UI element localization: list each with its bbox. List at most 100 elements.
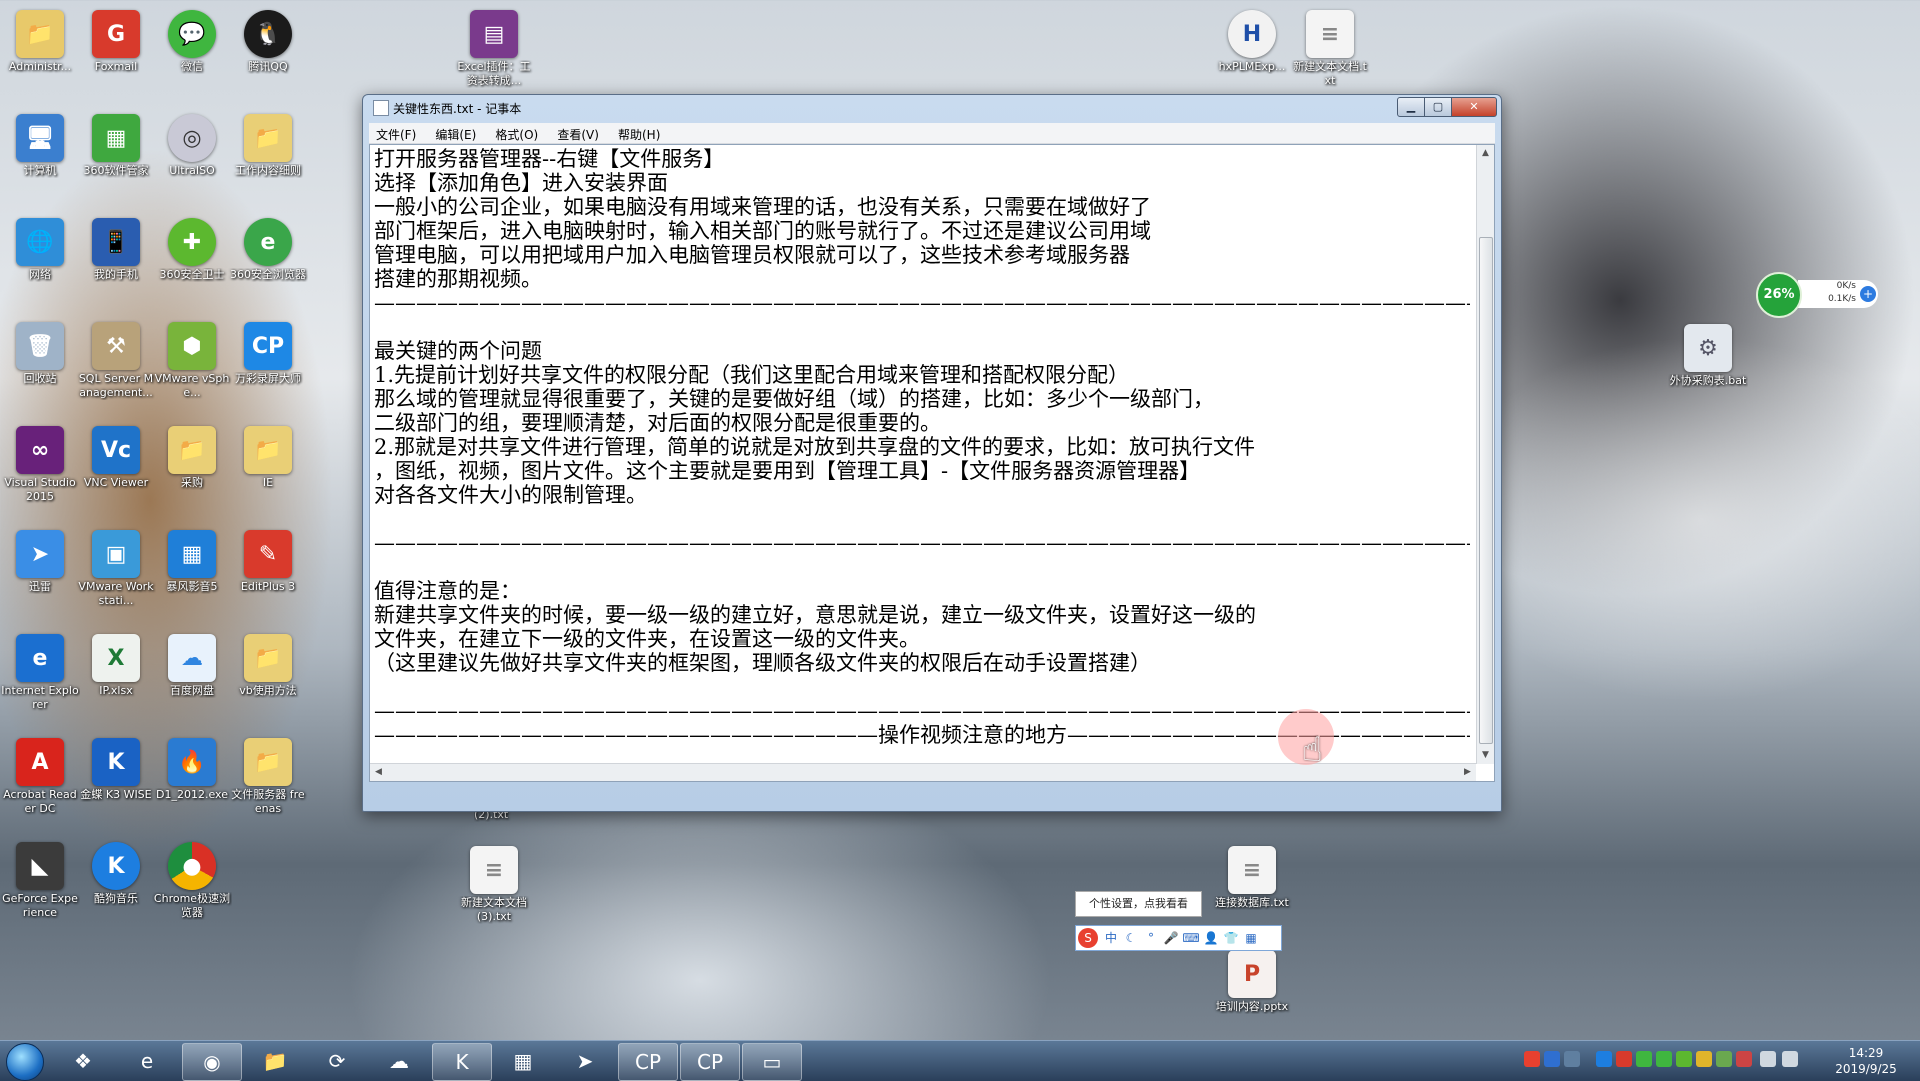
- scroll-down-arrow-icon[interactable]: ▼: [1477, 747, 1494, 764]
- desktop-icon-work-folder[interactable]: 📁 工作内容细则: [228, 108, 308, 208]
- desktop-icon-qq[interactable]: 🐧 腾讯QQ: [228, 4, 308, 104]
- desktop-icon-geforce[interactable]: ◣ GeForce Experience: [0, 836, 80, 936]
- sogou-s-icon[interactable]: S: [1078, 928, 1098, 948]
- menu-edit[interactable]: 编辑(E): [428, 123, 483, 146]
- desktop-icon-xunlei[interactable]: ➤ 迅雷: [0, 524, 80, 624]
- desktop-icon-vmware-workstation[interactable]: ▣ VMware Workstati...: [76, 524, 156, 624]
- desktop-icon-vb-folder[interactable]: 📁 vb使用方法: [228, 628, 308, 728]
- taskbar-cp-red-icon[interactable]: CP: [680, 1043, 740, 1081]
- ime-chinese-mode[interactable]: 中: [1102, 928, 1120, 948]
- user-icon[interactable]: 👤: [1202, 928, 1220, 948]
- taskbar-baofeng-icon[interactable]: ▦: [494, 1043, 552, 1079]
- tray-shield-icon[interactable]: [1696, 1051, 1712, 1067]
- desktop-icon-wechat[interactable]: 💬 微信: [152, 4, 232, 104]
- desktop-icon-network[interactable]: 🌐 网络: [0, 212, 80, 312]
- minimize-button[interactable]: ▁: [1397, 97, 1425, 117]
- network-monitor-widget[interactable]: 0K/s 0.1K/s 26% +: [1756, 272, 1880, 318]
- taskbar-wancai-cp-icon[interactable]: CP: [618, 1043, 678, 1081]
- tray-360-icon[interactable]: [1676, 1051, 1692, 1067]
- desktop-icon-baidu-netdisk[interactable]: ☁ 百度网盘: [152, 628, 232, 728]
- tray-green-icon[interactable]: [1636, 1051, 1652, 1067]
- scroll-right-arrow-icon[interactable]: ▶: [1459, 764, 1476, 781]
- menu-help[interactable]: 帮助(H): [611, 123, 667, 146]
- desktop-icon-caigou-folder[interactable]: 📁 采购: [152, 420, 232, 520]
- taskbar-kugou-icon[interactable]: K: [432, 1043, 492, 1081]
- ime-tooltip[interactable]: 个性设置，点我看看: [1075, 891, 1202, 917]
- desktop-icon-new-text-doc[interactable]: ≡ 新建文本文档.txt: [1290, 4, 1370, 104]
- desktop-icon-360-safe[interactable]: ✚ 360安全卫士: [152, 212, 232, 312]
- accelerate-plus-icon[interactable]: +: [1860, 286, 1876, 302]
- shirt-skin-icon[interactable]: 👕: [1222, 928, 1240, 948]
- text-editor[interactable]: 打开服务器管理器--右键【文件服务】 选择【添加角色】进入安装界面 一般小的公司…: [369, 144, 1495, 782]
- desktop-icon-ip-xlsx[interactable]: X IP.xlsx: [76, 628, 156, 728]
- desktop-icon-administrator[interactable]: 📁 Administr...: [0, 4, 80, 104]
- desktop-icon-my-phone[interactable]: 📱 我的手机: [76, 212, 156, 312]
- desktop-icon-wancai[interactable]: CP 万彩录屏大师: [228, 316, 308, 416]
- desktop-icon-recycle-bin[interactable]: 🗑 回收站: [0, 316, 80, 416]
- desktop-icon-d1-exe[interactable]: 🔥 D1_2012.exe: [152, 732, 232, 832]
- tray-sogou-icon[interactable]: [1524, 1051, 1540, 1067]
- text-file-icon: ≡: [1306, 10, 1354, 58]
- maximize-button[interactable]: ▢: [1424, 97, 1452, 117]
- tray-help-icon[interactable]: [1544, 1051, 1560, 1067]
- taskbar-chrome-icon[interactable]: ◉: [182, 1043, 242, 1081]
- desktop-icon-outsource-bat[interactable]: ⚙ 外协采购表.bat: [1668, 318, 1748, 418]
- tray-kugou-icon[interactable]: [1596, 1051, 1612, 1067]
- taskbar-windows-logo-icon[interactable]: ❖: [54, 1043, 112, 1079]
- tray-notification-icon[interactable]: [1564, 1051, 1580, 1067]
- taskbar-notepad-icon[interactable]: ▭: [742, 1043, 802, 1081]
- desktop-icon-sql-server[interactable]: ⚒ SQL Server Management...: [76, 316, 156, 416]
- toolbox-grid-icon[interactable]: ▦: [1242, 928, 1260, 948]
- menu-view[interactable]: 查看(V): [550, 123, 606, 146]
- desktop-icon-kugou[interactable]: K 酷狗音乐: [76, 836, 156, 936]
- start-button[interactable]: [6, 1043, 44, 1081]
- tray-network-icon[interactable]: [1782, 1051, 1798, 1067]
- desktop-icon-chrome[interactable]: ● Chrome极速浏览器: [152, 836, 232, 936]
- title-bar[interactable]: 关键性东西.txt - 记事本 ▁ ▢ ✕: [363, 95, 1501, 119]
- desktop-icon-new-text-doc-3[interactable]: ≡ 新建文本文档 (3).txt: [454, 840, 534, 940]
- tray-flag-icon[interactable]: [1736, 1051, 1752, 1067]
- tray-foxmail-icon[interactable]: [1616, 1051, 1632, 1067]
- desktop-icon-acrobat[interactable]: A Acrobat Reader DC: [0, 732, 80, 832]
- notepad-window[interactable]: 关键性东西.txt - 记事本 ▁ ▢ ✕ 文件(F) 编辑(E) 格式(O) …: [362, 94, 1502, 812]
- microphone-icon[interactable]: 🎤: [1162, 928, 1180, 948]
- menu-format[interactable]: 格式(O): [488, 123, 545, 146]
- tray-wechat-icon[interactable]: [1656, 1051, 1672, 1067]
- moon-icon[interactable]: ☾: [1122, 928, 1140, 948]
- scroll-up-arrow-icon[interactable]: ▲: [1477, 145, 1494, 162]
- scroll-left-arrow-icon[interactable]: ◀: [370, 764, 387, 781]
- desktop-icon-hxplm[interactable]: H hxPLMExp...: [1212, 4, 1292, 104]
- desktop-icon-freenas-folder[interactable]: 📁 文件服务器 freenas: [228, 732, 308, 832]
- desktop-icon-foxmail[interactable]: G Foxmail: [76, 4, 156, 104]
- desktop-icon-training-pptx[interactable]: P 培训内容.pptx: [1212, 944, 1292, 1044]
- taskbar-explorer-icon[interactable]: 📁: [246, 1043, 304, 1079]
- desktop-icon-vmware-vsphere[interactable]: ⬢ VMware vSphe...: [152, 316, 232, 416]
- desktop-icon-360-software[interactable]: ▦ 360软件管家: [76, 108, 156, 208]
- taskbar-baidu-netdisk-icon[interactable]: ☁: [370, 1043, 428, 1079]
- taskbar-xunlei-icon[interactable]: ➤: [556, 1043, 614, 1079]
- menu-file[interactable]: 文件(F): [369, 123, 423, 146]
- punctuation-icon[interactable]: °: [1142, 928, 1160, 948]
- tray-app-icon[interactable]: [1716, 1051, 1732, 1067]
- desktop-icon-kingdee[interactable]: K 金蝶 K3 WISE: [76, 732, 156, 832]
- taskbar-clock[interactable]: 14:29 2019/9/25: [1818, 1045, 1914, 1077]
- desktop-icon-excel-plugin[interactable]: ▤ Excel插件：工资表转成...: [454, 4, 534, 104]
- taskbar-360-browser-icon[interactable]: ⟳: [308, 1043, 366, 1079]
- vertical-scrollbar[interactable]: ▲ ▼: [1476, 145, 1494, 764]
- close-button[interactable]: ✕: [1451, 97, 1497, 117]
- desktop-icon-baofeng[interactable]: ▦ 暴风影音5: [152, 524, 232, 624]
- document-text[interactable]: 打开服务器管理器--右键【文件服务】 选择【添加角色】进入安装界面 一般小的公司…: [374, 147, 1470, 757]
- taskbar-ie-icon[interactable]: e: [118, 1043, 176, 1079]
- desktop-icon-editplus[interactable]: ✎ EditPlus 3: [228, 524, 308, 624]
- desktop-icon-ie[interactable]: e Internet Explorer: [0, 628, 80, 728]
- desktop-icon-ie-folder[interactable]: 📁 IE: [228, 420, 308, 520]
- desktop-icon-visual-studio[interactable]: ∞ Visual Studio 2015: [0, 420, 80, 520]
- desktop-icon-ultraiso[interactable]: ◎ UltraISO: [152, 108, 232, 208]
- tray-volume-icon[interactable]: [1760, 1051, 1776, 1067]
- desktop-icon-360-browser[interactable]: e 360安全浏览器: [228, 212, 308, 312]
- ime-toolbar[interactable]: S 中 ☾ ° 🎤 ⌨ 👤 👕 ▦: [1075, 925, 1282, 951]
- vertical-scroll-thumb[interactable]: [1479, 237, 1493, 744]
- keyboard-icon[interactable]: ⌨: [1182, 928, 1200, 948]
- desktop-icon-vnc-viewer[interactable]: Vc VNC Viewer: [76, 420, 156, 520]
- desktop-icon-computer[interactable]: 🖥 计算机: [0, 108, 80, 208]
